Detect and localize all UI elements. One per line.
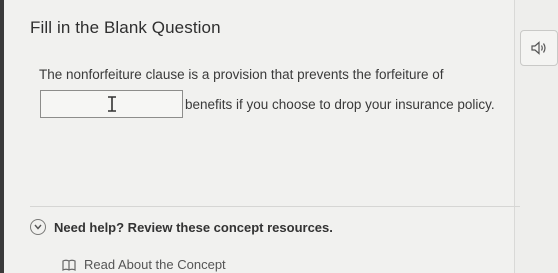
question-title: Fill in the Blank Question (30, 18, 221, 37)
fill-in-blank-input[interactable] (40, 90, 183, 118)
concept-link-label: Read About the Concept (84, 257, 226, 272)
book-icon (62, 259, 76, 271)
help-toggle[interactable]: Need help? Review these concept resource… (30, 212, 333, 242)
chevron-down-icon (30, 219, 46, 235)
help-label: Need help? Review these concept resource… (54, 219, 333, 235)
speaker-icon (531, 41, 546, 55)
question-card: Fill in the Blank Question The nonforfei… (4, 0, 520, 273)
question-after-blank: benefits if you choose to drop your insu… (185, 97, 495, 112)
audio-button[interactable] (520, 30, 558, 66)
divider (30, 206, 520, 207)
text-cursor-icon (107, 96, 116, 112)
concept-resource-link[interactable]: Read About the Concept (62, 257, 226, 272)
question-prompt: The nonforfeiture clause is a provision … (39, 67, 444, 82)
